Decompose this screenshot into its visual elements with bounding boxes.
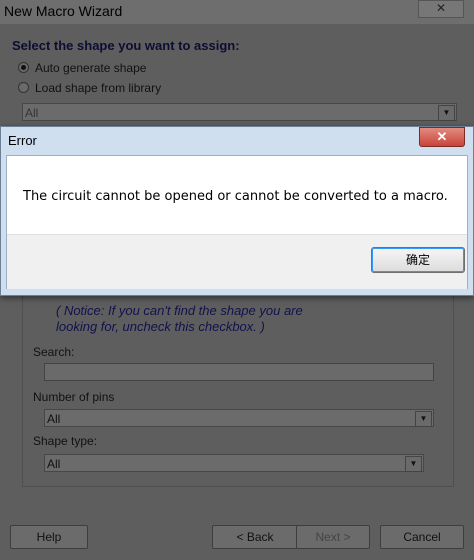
library-combo[interactable]: All ▼ — [22, 103, 457, 121]
pins-combo-value: All — [47, 412, 61, 426]
library-combo-value: All — [25, 106, 39, 120]
shape-type-combo-value: All — [47, 457, 61, 471]
search-label: Search: — [33, 345, 75, 359]
error-message: The circuit cannot be opened or cannot b… — [23, 189, 448, 204]
help-button[interactable]: Help — [10, 525, 88, 549]
notice-line-2: looking for, uncheck this checkbox. ) — [56, 319, 265, 334]
wizard-close-icon[interactable]: ✕ — [418, 0, 464, 18]
wizard-title: New Macro Wizard — [4, 3, 123, 19]
wizard-title-bar: New Macro Wizard ✕ — [0, 0, 474, 24]
error-close-icon[interactable]: ✕ — [419, 127, 465, 147]
pins-label: Number of pins — [33, 390, 115, 404]
search-input[interactable] — [44, 363, 434, 381]
notice-text: ( Notice: If you can't find the shape yo… — [56, 303, 303, 335]
chevron-down-icon: ▼ — [438, 105, 455, 121]
ok-button[interactable]: 确定 — [371, 247, 465, 273]
error-dialog-content: The circuit cannot be opened or cannot b… — [6, 155, 468, 289]
radio-auto-generate[interactable] — [18, 62, 29, 73]
shape-type-combo[interactable]: All ▼ — [44, 454, 424, 472]
shape-type-label: Shape type: — [33, 434, 98, 448]
notice-line-1: ( Notice: If you can't find the shape yo… — [56, 303, 303, 318]
error-dialog-title: Error — [8, 133, 37, 148]
chevron-down-icon: ▼ — [415, 411, 432, 427]
error-dialog: Error ✕ The circuit cannot be opened or … — [0, 126, 474, 296]
wizard-button-bar: Help < Back Next > Cancel — [0, 523, 474, 560]
shape-heading: Select the shape you want to assign: — [12, 38, 240, 53]
cancel-button[interactable]: Cancel — [380, 525, 464, 549]
radio-auto-generate-label: Auto generate shape — [35, 61, 147, 75]
next-button[interactable]: Next > — [296, 525, 370, 549]
chevron-down-icon: ▼ — [405, 456, 422, 472]
back-button[interactable]: < Back — [212, 525, 298, 549]
error-dialog-footer: 确定 — [7, 234, 467, 289]
pins-combo[interactable]: All ▼ — [44, 409, 434, 427]
radio-load-library[interactable] — [18, 82, 29, 93]
radio-load-library-label: Load shape from library — [35, 81, 162, 95]
